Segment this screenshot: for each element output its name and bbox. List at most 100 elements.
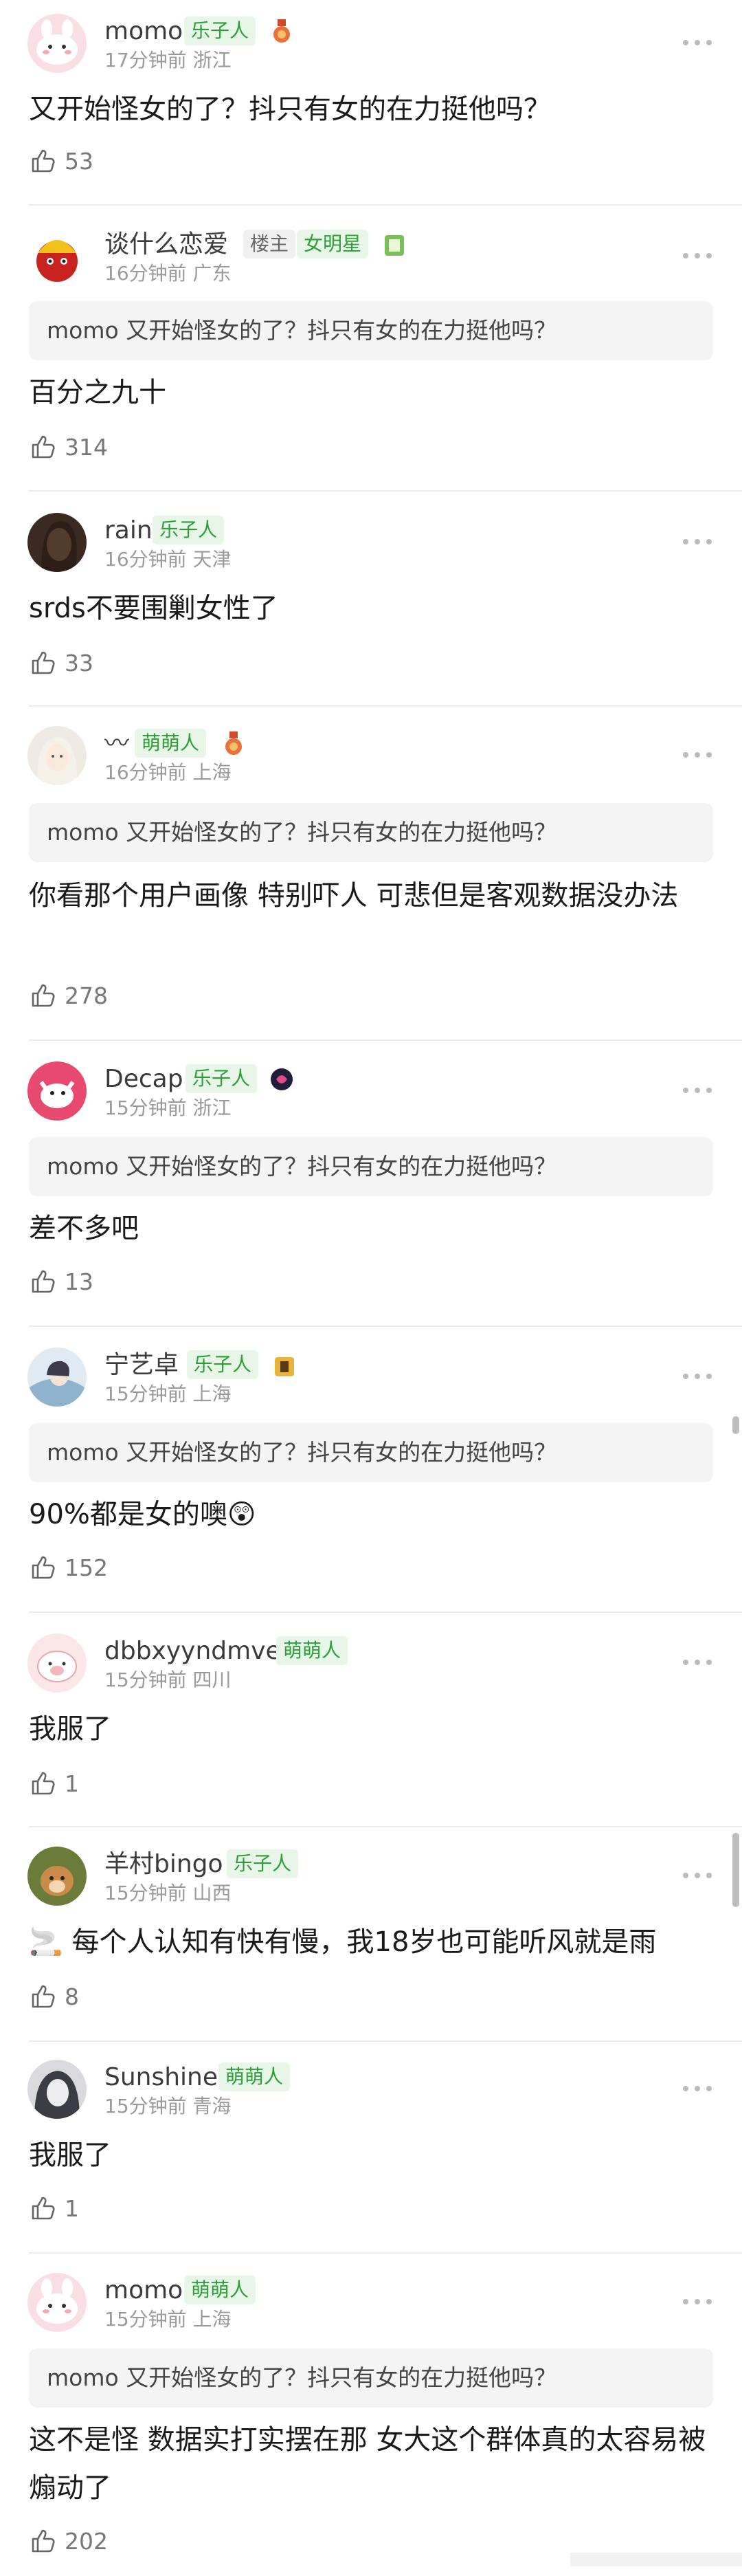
like-count: 13 bbox=[65, 1268, 93, 1295]
divider bbox=[29, 705, 742, 707]
comment-time: 15分钟前 bbox=[104, 1882, 187, 1904]
op-badge: 楼主 bbox=[243, 230, 296, 258]
avatar[interactable] bbox=[27, 2273, 87, 2332]
avatar[interactable] bbox=[27, 1847, 87, 1906]
like-button[interactable]: 278 bbox=[29, 980, 108, 1011]
more-options-icon[interactable] bbox=[680, 249, 715, 263]
username[interactable]: momo bbox=[104, 2276, 183, 2306]
avatar[interactable] bbox=[27, 1061, 87, 1121]
comment-time: 15分钟前 bbox=[104, 1669, 187, 1691]
comment-text: 又开始怪女的了？抖只有女的在力挺他吗？ bbox=[29, 93, 551, 125]
medal-icon bbox=[225, 731, 242, 755]
comment-meta: 15分钟前 山西 bbox=[104, 1881, 232, 1906]
username[interactable]: rain bbox=[104, 516, 153, 546]
comment-text: 90%都是女的噢😲 bbox=[29, 1499, 256, 1530]
like-button[interactable]: 33 bbox=[29, 648, 93, 678]
more-options-icon[interactable] bbox=[680, 1083, 715, 1097]
quoted-reply[interactable]: momo 又开始怪女的了？抖只有女的在力挺他吗？ bbox=[29, 1137, 713, 1196]
more-options-icon[interactable] bbox=[680, 1869, 715, 1882]
thumbs-up-icon bbox=[32, 2529, 55, 2553]
user-badge: 乐子人 bbox=[184, 16, 256, 45]
comment-meta: 16分钟前 上海 bbox=[104, 760, 232, 785]
like-count: 278 bbox=[65, 982, 108, 1009]
comment-text: 百分之九十 bbox=[29, 377, 166, 408]
comment-text: srds不要围剿女性了 bbox=[29, 593, 278, 624]
thumbs-up-icon bbox=[32, 435, 55, 459]
more-options-icon[interactable] bbox=[680, 1369, 715, 1383]
comment-meta: 15分钟前 浙江 bbox=[104, 1096, 232, 1121]
like-button[interactable]: 8 bbox=[29, 1981, 79, 2012]
like-button[interactable]: 53 bbox=[29, 146, 93, 176]
comment-meta: 15分钟前 上海 bbox=[104, 2307, 232, 2332]
thumbs-up-icon bbox=[32, 2197, 55, 2220]
comment-text: 你看那个用户画像 特别吓人 可悲但是客观数据没办法 bbox=[29, 880, 679, 912]
comment-meta: 16分钟前 天津 bbox=[104, 547, 232, 572]
comment-time: 15分钟前 bbox=[104, 1383, 187, 1405]
more-options-icon[interactable] bbox=[680, 535, 715, 549]
avatar[interactable] bbox=[27, 2060, 87, 2119]
divider bbox=[29, 1325, 742, 1327]
like-button[interactable]: 152 bbox=[29, 1552, 108, 1583]
medal-icon bbox=[273, 19, 290, 43]
comment-location: 青海 bbox=[192, 2095, 232, 2117]
thumbs-up-icon bbox=[32, 1270, 55, 1293]
scrollbar[interactable] bbox=[732, 1416, 739, 1434]
comment-location: 浙江 bbox=[192, 1097, 232, 1119]
comment-meta: 15分钟前 上海 bbox=[104, 1382, 232, 1407]
username[interactable]: 羊村bingo bbox=[104, 1849, 223, 1880]
username[interactable]: dbbxyyndmve bbox=[104, 1636, 281, 1666]
medal-icon bbox=[385, 235, 404, 256]
comment-meta: 15分钟前 四川 bbox=[104, 1668, 232, 1693]
comment-location: 浙江 bbox=[192, 49, 232, 71]
avatar[interactable] bbox=[27, 1633, 87, 1693]
divider bbox=[29, 2252, 742, 2254]
more-options-icon[interactable] bbox=[680, 1655, 715, 1669]
comment-time: 16分钟前 bbox=[104, 761, 187, 784]
divider bbox=[29, 1826, 742, 1827]
username[interactable]: 〰 bbox=[104, 729, 129, 759]
user-badge: 萌萌人 bbox=[276, 1636, 348, 1665]
comment-time: 15分钟前 bbox=[104, 1097, 187, 1119]
username[interactable]: 宁艺卓 bbox=[104, 1350, 179, 1380]
scrollbar[interactable] bbox=[732, 1833, 739, 1907]
like-count: 314 bbox=[65, 433, 108, 461]
avatar[interactable] bbox=[27, 227, 87, 286]
like-count: 152 bbox=[65, 1554, 108, 1581]
quoted-reply[interactable]: momo 又开始怪女的了？抖只有女的在力挺他吗？ bbox=[29, 803, 713, 862]
comment-location: 上海 bbox=[192, 1383, 232, 1405]
thumbs-up-icon bbox=[32, 1985, 55, 2008]
thumbs-up-icon bbox=[32, 1772, 55, 1795]
quoted-reply[interactable]: momo 又开始怪女的了？抖只有女的在力挺他吗？ bbox=[29, 2348, 713, 2408]
username[interactable]: 谈什么恋爱 bbox=[104, 230, 228, 260]
username[interactable]: Sunshine bbox=[104, 2062, 218, 2093]
divider bbox=[29, 2040, 742, 2042]
divider bbox=[29, 1611, 742, 1613]
quoted-reply[interactable]: momo 又开始怪女的了？抖只有女的在力挺他吗？ bbox=[29, 301, 713, 360]
like-button[interactable]: 314 bbox=[29, 432, 108, 462]
comment-location: 上海 bbox=[192, 761, 232, 784]
comment-meta: 15分钟前 青海 bbox=[104, 2094, 232, 2119]
user-badge: 乐子人 bbox=[186, 1064, 258, 1093]
avatar[interactable] bbox=[27, 14, 87, 73]
username[interactable]: Decap bbox=[104, 1064, 183, 1094]
like-count: 33 bbox=[65, 649, 93, 676]
more-options-icon[interactable] bbox=[680, 748, 715, 762]
comment-location: 上海 bbox=[192, 2308, 232, 2331]
quoted-reply[interactable]: momo 又开始怪女的了？抖只有女的在力挺他吗？ bbox=[29, 1423, 713, 1482]
comment-location: 广东 bbox=[192, 262, 232, 285]
avatar[interactable] bbox=[27, 1347, 87, 1407]
avatar[interactable] bbox=[27, 513, 87, 572]
user-badge: 乐子人 bbox=[227, 1849, 299, 1878]
like-button[interactable]: 202 bbox=[29, 2526, 108, 2556]
more-options-icon[interactable] bbox=[680, 36, 715, 49]
comment-text: 这不是怪 数据实打实摆在那 女大这个群体真的太容易被煽动了 bbox=[29, 2424, 706, 2504]
comment-time: 15分钟前 bbox=[104, 2095, 187, 2117]
more-options-icon[interactable] bbox=[680, 2082, 715, 2095]
more-options-icon[interactable] bbox=[680, 2295, 715, 2309]
like-button[interactable]: 1 bbox=[29, 1768, 79, 1798]
avatar[interactable] bbox=[27, 726, 87, 785]
like-button[interactable]: 13 bbox=[29, 1266, 93, 1297]
like-button[interactable]: 1 bbox=[29, 2193, 79, 2223]
username[interactable]: momo bbox=[104, 16, 183, 47]
watermark-logo bbox=[570, 2553, 742, 2566]
